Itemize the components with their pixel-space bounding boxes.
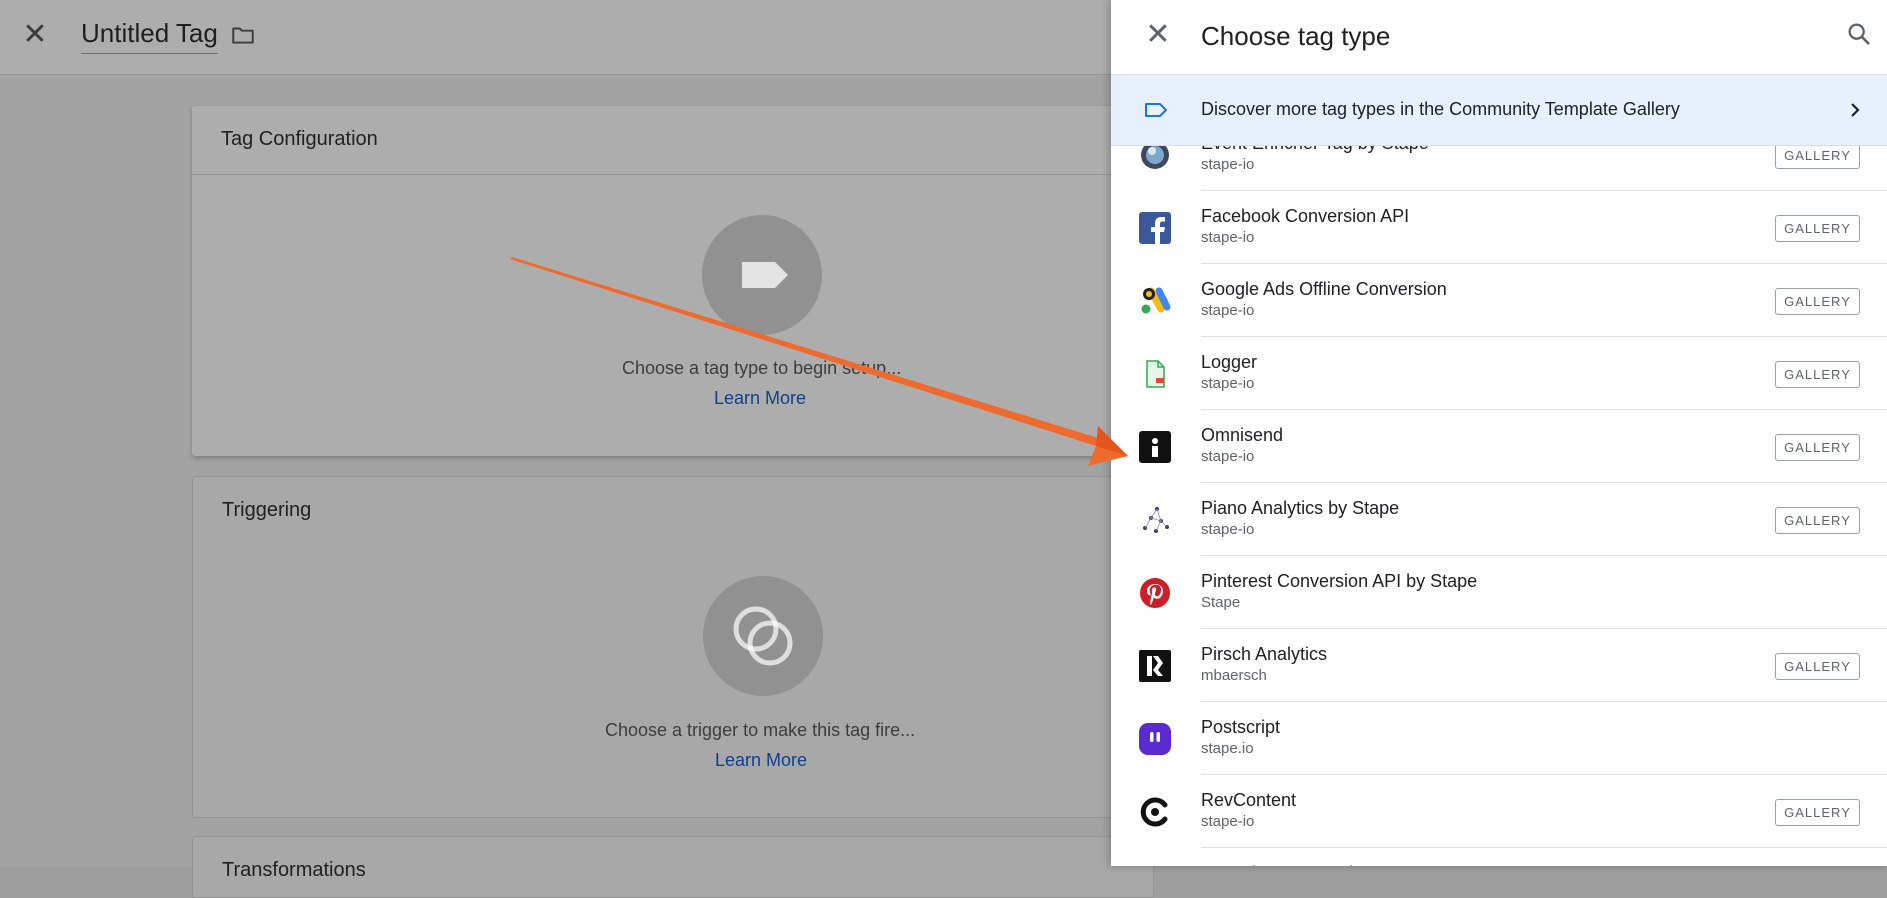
gallery-button[interactable]: GALLERY [1775, 434, 1860, 461]
tag-type-name: Facebook Conversion API [1201, 206, 1410, 226]
transformations-card[interactable]: Transformations [192, 836, 1154, 898]
close-icon[interactable]: ✕ [20, 20, 50, 50]
tag-type-name: Google Ads Offline Conversion [1201, 279, 1447, 299]
tag-type-row[interactable]: Snapchat Conversion API [1111, 848, 1887, 866]
search-icon[interactable] [1845, 20, 1873, 53]
facebook-icon [1139, 212, 1171, 244]
gallery-button[interactable]: GALLERY [1775, 507, 1860, 534]
google-ads-icon [1139, 285, 1171, 317]
tag-name-field[interactable]: Untitled Tag [81, 18, 218, 54]
piano-dots-icon [1139, 504, 1171, 536]
panel-header: ✕ Choose tag type [1111, 0, 1887, 75]
learn-more-link[interactable]: Learn More [715, 750, 807, 771]
card-prompt: Choose a trigger to make this tag fire..… [605, 720, 916, 740]
tag-type-row[interactable]: Event Enricher Tag by Stape stape-io GALLE… [1111, 146, 1887, 191]
gallery-button[interactable]: GALLERY [1775, 799, 1860, 826]
folder-icon[interactable] [230, 22, 256, 53]
tag-type-row[interactable]: Omnisend stape-io GALLERY [1111, 410, 1887, 483]
card-prompt: Choose a tag type to begin setup... [622, 358, 902, 378]
tag-type-name: Pirsch Analytics [1201, 644, 1328, 664]
tag-type-row[interactable]: Pirsch Analytics mbaersch GALLERY [1111, 629, 1887, 702]
gallery-button[interactable]: GALLERY [1775, 288, 1860, 315]
logger-doc-icon [1139, 358, 1171, 390]
tag-type-name: RevContent [1201, 790, 1297, 810]
tag-type-publisher: stape-io [1201, 156, 1255, 173]
trigger-placeholder-icon[interactable] [703, 576, 823, 696]
close-icon[interactable]: ✕ [1143, 20, 1173, 50]
gallery-button[interactable]: GALLERY [1775, 361, 1860, 388]
tag-type-name: Piano Analytics by Stape [1201, 498, 1400, 518]
pirsch-icon [1139, 650, 1171, 682]
triggering-card[interactable]: Triggering Choose a trigger to make this… [192, 476, 1154, 818]
postscript-icon [1139, 723, 1171, 755]
tag-type-publisher: stape-io [1201, 375, 1255, 392]
banner-text: Discover more tag types in the Community… [1201, 99, 1680, 119]
chevron-right-icon [1845, 100, 1865, 125]
tag-type-name: Pinterest Conversion API by Stape [1201, 571, 1478, 591]
gallery-button[interactable]: GALLERY [1775, 215, 1860, 242]
tag-type-row[interactable]: RevContent stape-io GALLERY [1111, 775, 1887, 848]
tag-type-publisher: stape-io [1201, 302, 1255, 319]
card-title: Triggering [222, 499, 312, 521]
tag-outline-icon [1143, 99, 1169, 126]
tag-type-publisher: stape-io [1201, 813, 1255, 830]
tag-type-publisher: stape.io [1201, 740, 1254, 757]
tag-type-name: Postscript [1201, 717, 1281, 737]
omnisend-icon [1139, 431, 1171, 463]
card-title: Transformations [222, 859, 366, 881]
tag-type-row[interactable]: Google Ads Offline Conversion stape-io GAL… [1111, 264, 1887, 337]
community-gallery-banner[interactable]: Discover more tag types in the Community… [1111, 75, 1887, 146]
tag-type-publisher: stape-io [1201, 521, 1255, 538]
tag-type-publisher: stape-io [1201, 448, 1255, 465]
tag-type-row[interactable]: Postscript stape.io [1111, 702, 1887, 775]
tag-type-publisher: stape-io [1201, 229, 1255, 246]
tag-type-row[interactable]: Facebook Conversion API stape-io GALLERY [1111, 191, 1887, 264]
tag-type-name: Logger [1201, 352, 1258, 372]
pinterest-icon [1139, 577, 1171, 609]
tag-type-publisher: mbaersch [1201, 667, 1267, 684]
tag-type-list[interactable]: Event Enricher Tag by Stape stape-io GALLE… [1111, 146, 1887, 866]
tag-type-row[interactable]: Logger stape-io GALLERY [1111, 337, 1887, 410]
divider [192, 174, 1152, 175]
tag-type-row[interactable]: Piano Analytics by Stape stape-io GALLERY [1111, 483, 1887, 556]
panel-title: Choose tag type [1201, 21, 1391, 51]
globe-icon [1139, 146, 1171, 171]
tag-type-row[interactable]: Pinterest Conversion API by Stape Stape [1111, 556, 1887, 629]
gallery-button[interactable]: GALLERY [1775, 146, 1860, 169]
tag-placeholder-icon[interactable] [702, 215, 822, 335]
gallery-button[interactable]: GALLERY [1775, 653, 1860, 680]
choose-tag-type-panel: ✕ Choose tag type Discover more tag type… [1111, 0, 1887, 866]
learn-more-link[interactable]: Learn More [714, 388, 806, 409]
tag-configuration-card[interactable]: Tag Configuration Choose a tag type to b… [192, 106, 1152, 456]
tag-type-publisher: Stape [1201, 594, 1241, 611]
card-title: Tag Configuration [221, 128, 378, 150]
tag-type-name: Omnisend [1201, 425, 1284, 445]
tag-type-name: Event Enricher Tag by Stape [1201, 146, 1429, 154]
revcontent-icon [1139, 796, 1171, 828]
